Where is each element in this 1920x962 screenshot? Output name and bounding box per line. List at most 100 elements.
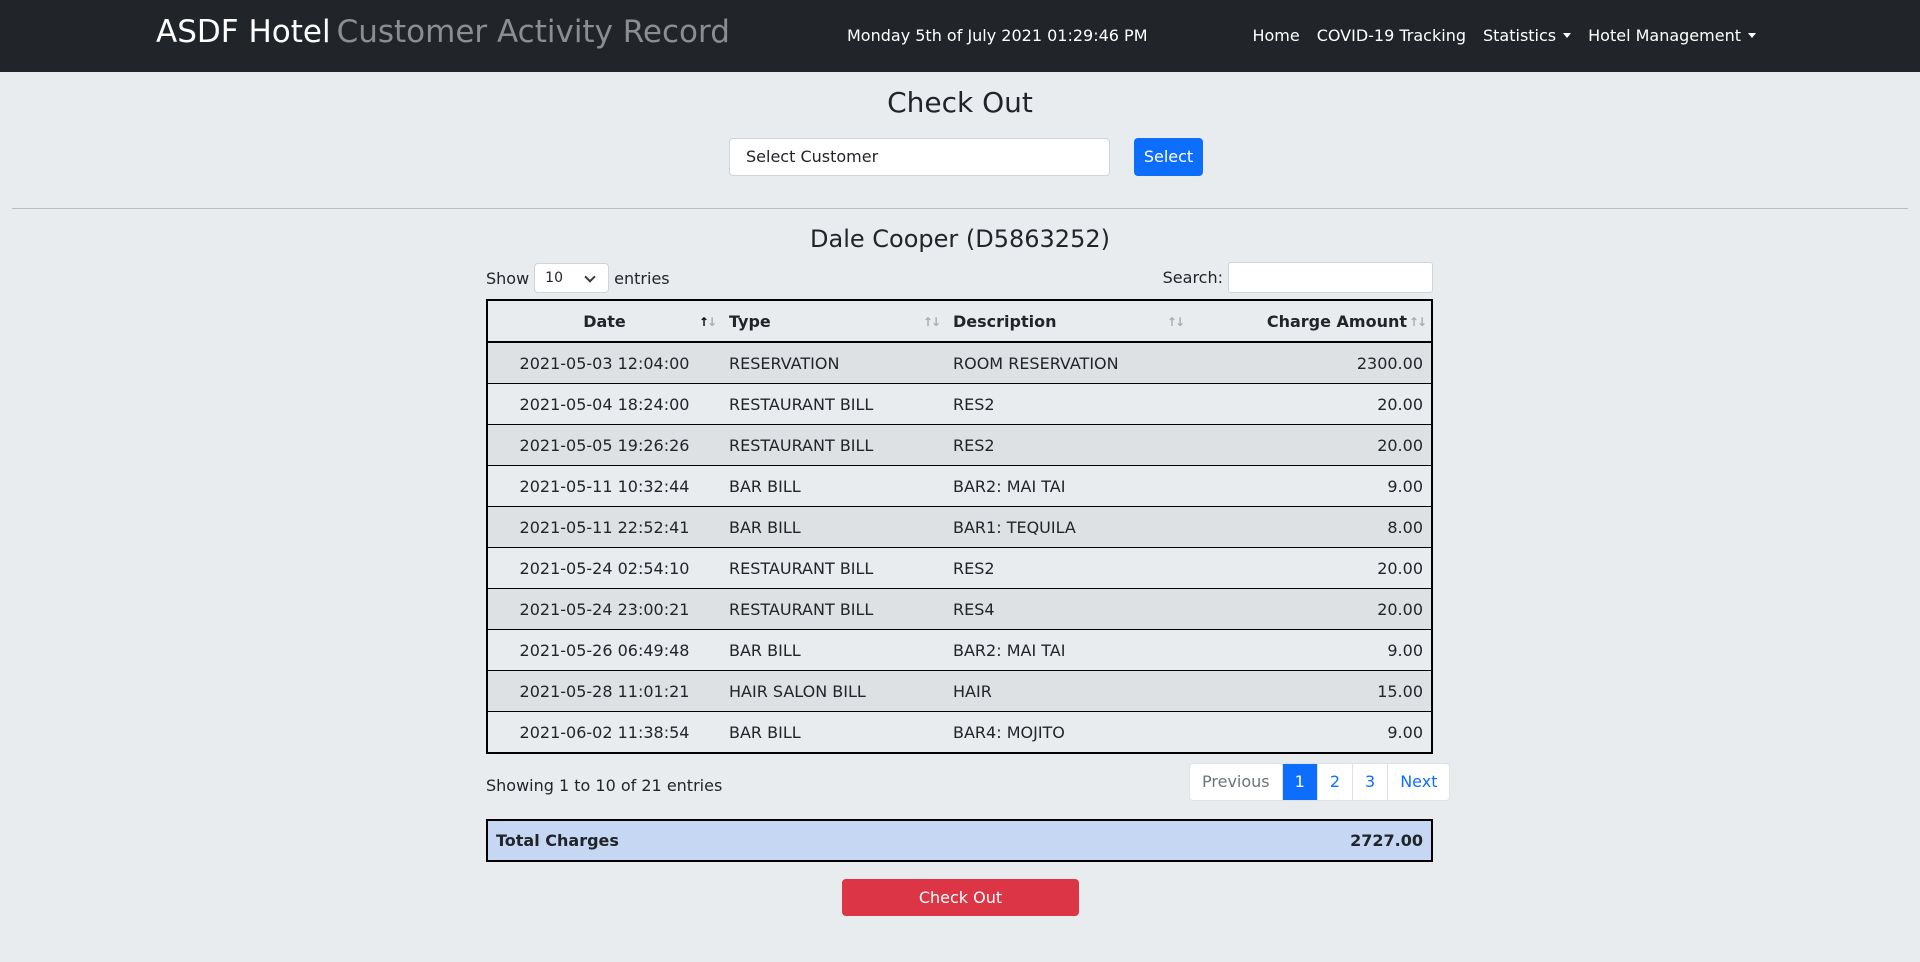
- column-header-type[interactable]: Type ↑↓: [721, 301, 945, 341]
- select-button[interactable]: Select: [1134, 138, 1203, 176]
- cell-description: BAR4: MOJITO: [953, 722, 1065, 742]
- table-row: 2021-05-24 23:00:21 RESTAURANT BILL RES4 20…: [488, 588, 1431, 629]
- sort-icon: ↑↓: [1408, 315, 1427, 329]
- brand-subtitle: Customer Activity Record: [336, 14, 730, 50]
- cell-description: RES2: [953, 435, 995, 455]
- table-row: 2021-05-24 02:54:10 RESTAURANT BILL RES2 20…: [488, 547, 1431, 588]
- cell-type: HAIR SALON BILL: [729, 681, 866, 701]
- entries-select-value: 10: [545, 270, 563, 286]
- navbar: ASDF Hotel Customer Activity Record Monda…: [0, 0, 1920, 72]
- cell-type: RESERVATION: [729, 353, 840, 373]
- cell-date: 2021-05-11 10:32:44: [519, 476, 690, 496]
- pagination-page-2[interactable]: 2: [1316, 764, 1352, 800]
- chevron-down-icon: [584, 271, 596, 283]
- column-header-date[interactable]: Date ↑↓: [488, 301, 721, 341]
- cell-type: RESTAURANT BILL: [729, 435, 874, 455]
- cell-type: RESTAURANT BILL: [729, 394, 874, 414]
- cell-charge-amount: 20.00: [1377, 558, 1423, 578]
- nav-hotel-management-dropdown[interactable]: Hotel Management: [1588, 26, 1756, 45]
- page-title: Check Out: [887, 86, 1033, 119]
- total-charges-value: 2727.00: [1350, 831, 1423, 850]
- table-row: 2021-05-03 12:04:00 RESERVATION ROOM RESER…: [488, 343, 1431, 383]
- nav-links: Home COVID-19 Tracking Statistics Hotel …: [1235, 26, 1756, 45]
- charges-table: Date ↑↓ Type ↑↓ Description ↑↓ Charge Am…: [486, 299, 1433, 754]
- column-header-date-label: Date: [583, 311, 626, 331]
- table-header: Date ↑↓ Type ↑↓ Description ↑↓ Charge Am…: [488, 301, 1431, 343]
- nav-covid-tracking[interactable]: COVID-19 Tracking: [1317, 26, 1466, 45]
- entries-length-control: Show 10 entries: [486, 263, 670, 293]
- table-row: 2021-05-05 19:26:26 RESTAURANT BILL RES2 20…: [488, 424, 1431, 465]
- cell-date: 2021-06-02 11:38:54: [519, 722, 690, 742]
- show-label: Show: [486, 268, 530, 288]
- cell-date: 2021-05-11 22:52:41: [519, 517, 690, 537]
- column-header-charge-amount[interactable]: Charge Amount ↑↓: [1189, 301, 1431, 341]
- cell-description: BAR2: MAI TAI: [953, 640, 1066, 660]
- cell-charge-amount: 2300.00: [1356, 353, 1423, 373]
- cell-charge-amount: 9.00: [1387, 476, 1423, 496]
- search-input[interactable]: [1228, 262, 1433, 293]
- nav-statistics-label: Statistics: [1482, 26, 1557, 45]
- cell-charge-amount: 9.00: [1387, 640, 1423, 660]
- caret-down-icon: [1748, 33, 1756, 38]
- total-charges-row: Total Charges 2727.00: [486, 819, 1433, 862]
- table-row: 2021-05-11 22:52:41 BAR BILL BAR1: TEQUILA…: [488, 506, 1431, 547]
- cell-date: 2021-05-03 12:04:00: [519, 353, 690, 373]
- nav-home[interactable]: Home: [1252, 26, 1299, 45]
- nav-hotel-management-label: Hotel Management: [1588, 26, 1741, 45]
- cell-description: RES2: [953, 558, 995, 578]
- caret-down-icon: [1563, 33, 1572, 38]
- pagination-previous[interactable]: Previous: [1190, 764, 1282, 800]
- cell-date: 2021-05-26 06:49:48: [519, 640, 690, 660]
- pagination-page-3[interactable]: 3: [1352, 764, 1387, 800]
- cell-charge-amount: 9.00: [1387, 722, 1423, 742]
- nav-covid-label: COVID-19 Tracking: [1316, 26, 1466, 45]
- sort-icon: ↑↓: [922, 315, 941, 329]
- cell-type: BAR BILL: [729, 476, 801, 496]
- customer-heading: Dale Cooper (D5863252): [810, 225, 1110, 253]
- column-header-description[interactable]: Description ↑↓: [945, 301, 1189, 341]
- cell-type: RESTAURANT BILL: [729, 599, 874, 619]
- cell-charge-amount: 20.00: [1377, 394, 1423, 414]
- nav-home-label: Home: [1252, 26, 1300, 45]
- column-header-charge-amount-label: Charge Amount: [1266, 311, 1407, 331]
- current-datetime: Monday 5th of July 2021 01:29:46 PM: [847, 26, 1148, 45]
- brand-name: ASDF Hotel: [156, 14, 331, 50]
- pagination-next[interactable]: Next: [1387, 764, 1449, 800]
- sort-ascending-icon: ↑↓: [698, 315, 717, 329]
- table-info: Showing 1 to 10 of 21 entries: [486, 776, 723, 795]
- cell-description: RES2: [953, 394, 995, 414]
- entries-label: entries: [614, 268, 670, 288]
- brand[interactable]: ASDF Hotel Customer Activity Record: [156, 14, 730, 50]
- cell-date: 2021-05-04 18:24:00: [519, 394, 690, 414]
- cell-type: BAR BILL: [729, 640, 801, 660]
- nav-statistics-dropdown[interactable]: Statistics: [1482, 26, 1572, 45]
- cell-description: HAIR: [953, 681, 992, 701]
- pagination: Previous 1 2 3 Next: [1189, 763, 1451, 801]
- table-row: 2021-06-02 11:38:54 BAR BILL BAR4: MOJITO 9…: [488, 711, 1431, 752]
- table-search: Search:: [1163, 262, 1433, 293]
- column-header-description-label: Description: [953, 311, 1057, 331]
- cell-description: ROOM RESERVATION: [953, 353, 1119, 373]
- cell-type: BAR BILL: [729, 517, 801, 537]
- cell-charge-amount: 20.00: [1377, 435, 1423, 455]
- cell-date: 2021-05-24 02:54:10: [519, 558, 690, 578]
- table-row: 2021-05-11 10:32:44 BAR BILL BAR2: MAI TAI…: [488, 465, 1431, 506]
- pagination-page-1[interactable]: 1: [1281, 764, 1317, 800]
- divider: [12, 208, 1908, 209]
- cell-date: 2021-05-24 23:00:21: [519, 599, 690, 619]
- cell-charge-amount: 15.00: [1377, 681, 1423, 701]
- cell-date: 2021-05-05 19:26:26: [519, 435, 690, 455]
- sort-icon: ↑↓: [1166, 315, 1185, 329]
- cell-date: 2021-05-28 11:01:21: [519, 681, 690, 701]
- check-out-button[interactable]: Check Out: [842, 879, 1079, 916]
- entries-select[interactable]: 10: [534, 263, 610, 293]
- total-charges-label: Total Charges: [496, 831, 619, 850]
- customer-select[interactable]: Select Customer: [729, 138, 1110, 176]
- table-row: 2021-05-28 11:01:21 HAIR SALON BILL HAIR 15…: [488, 670, 1431, 711]
- table-row: 2021-05-26 06:49:48 BAR BILL BAR2: MAI TAI…: [488, 629, 1431, 670]
- column-header-type-label: Type: [729, 311, 771, 331]
- cell-type: BAR BILL: [729, 722, 801, 742]
- cell-description: BAR1: TEQUILA: [953, 517, 1076, 537]
- cell-description: BAR2: MAI TAI: [953, 476, 1066, 496]
- cell-charge-amount: 8.00: [1387, 517, 1423, 537]
